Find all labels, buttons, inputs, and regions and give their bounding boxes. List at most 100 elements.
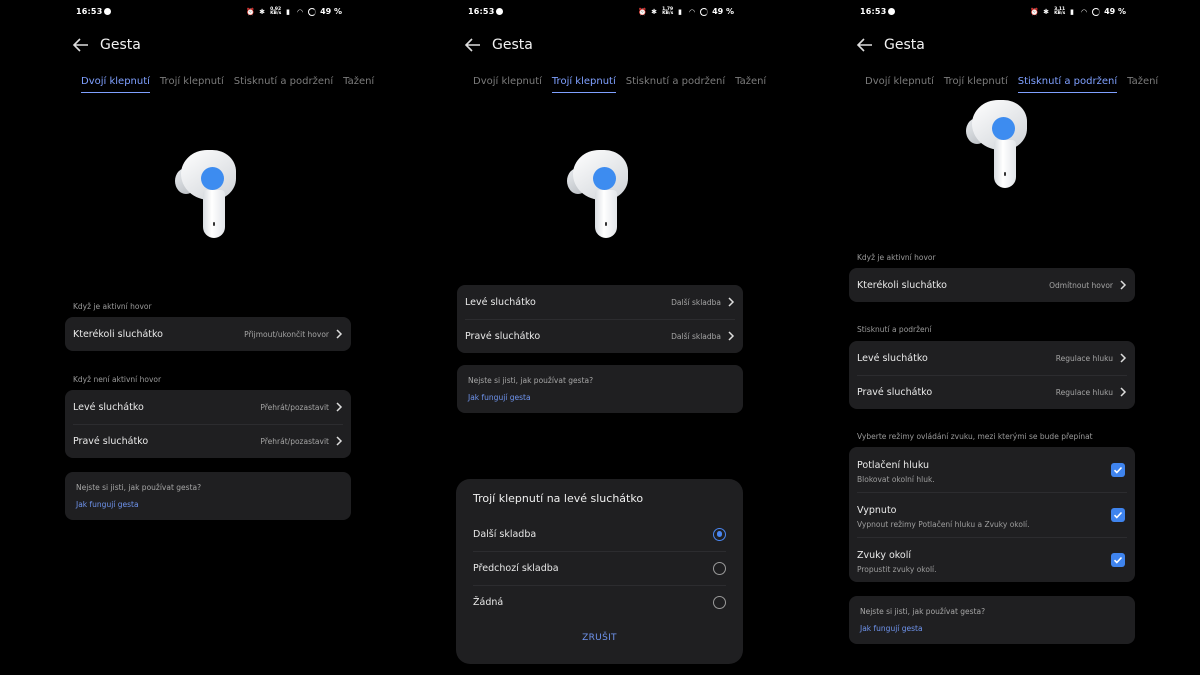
touch-area-indicator: [201, 167, 224, 190]
tab-swipe[interactable]: Tažení: [1127, 76, 1158, 92]
tab-swipe[interactable]: Tažení: [343, 76, 374, 92]
page-title: Gesta: [492, 37, 533, 53]
option-label: Další skladba: [473, 528, 537, 540]
back-arrow-icon[interactable]: [856, 36, 874, 54]
row-right-earbud[interactable]: Pravé sluchátko Regulace hluku: [849, 375, 1135, 409]
status-time: 16:53: [468, 7, 495, 16]
chevron-right-icon: [336, 402, 343, 412]
radio-icon[interactable]: [713, 561, 726, 575]
mode-off[interactable]: Vypnuto Vypnout režimy Potlačení hluku a…: [849, 492, 1135, 537]
row-value: Přehrát/pozastavit: [260, 402, 329, 412]
tab-press-hold[interactable]: Stisknutí a podržení: [234, 76, 333, 92]
app-bar: Gesta: [464, 34, 533, 56]
option-previous-track[interactable]: Předchozí skladba: [473, 551, 726, 585]
cancel-button[interactable]: ZRUŠIT: [456, 633, 743, 643]
row-value: Další skladba: [671, 297, 721, 307]
checkbox-checked-icon[interactable]: [1111, 508, 1125, 522]
help-card: Nejste si jisti, jak používat gesta? Jak…: [457, 365, 743, 413]
radio-icon[interactable]: [713, 595, 726, 609]
gesture-tabs: Dvojí klepnutí Trojí klepnutí Stisknutí …: [473, 76, 766, 93]
row-value: Další skladba: [671, 331, 721, 341]
signal-icon: ▮: [286, 7, 290, 16]
alarm-icon: ⏰: [1030, 7, 1039, 16]
bluetooth-icon: ✱: [259, 7, 265, 16]
tab-triple-tap[interactable]: Trojí klepnutí: [160, 76, 224, 92]
tab-triple-tap[interactable]: Trojí klepnutí: [551, 76, 616, 93]
tab-press-hold[interactable]: Stisknutí a podržení: [1017, 76, 1118, 93]
row-left-earbud[interactable]: Levé sluchátko Přehrát/pozastavit: [65, 390, 351, 424]
alarm-icon: ⏰: [638, 7, 647, 16]
help-question: Nejste si jisti, jak používat gesta?: [860, 607, 986, 616]
option-label: Předchozí skladba: [473, 562, 559, 574]
signal-icon: ▮: [678, 7, 682, 16]
chevron-right-icon: [1120, 353, 1127, 363]
row-value: Regulace hluku: [1055, 387, 1113, 397]
mode-noise-cancel[interactable]: Potlačení hluku Blokovat okolní hluk.: [849, 447, 1135, 492]
network-speed: 3,11 KB/s: [1054, 6, 1066, 16]
signal-icon: ▮: [1070, 7, 1074, 16]
back-arrow-icon[interactable]: [464, 36, 482, 54]
row-left-earbud[interactable]: Levé sluchátko Regulace hluku: [849, 341, 1135, 375]
help-link[interactable]: Jak fungují gesta: [76, 500, 139, 509]
battery-percent: 49 %: [712, 7, 734, 16]
status-time: 16:53: [860, 7, 887, 16]
tab-triple-tap[interactable]: Trojí klepnutí: [944, 76, 1008, 92]
row-any-earbud[interactable]: Kterékoli sluchátko Odmítnout hovor: [849, 268, 1135, 302]
settings-card: Levé sluchátko Přehrát/pozastavit Pravé …: [65, 390, 351, 458]
battery-percent: 49 %: [1104, 7, 1126, 16]
page-title: Gesta: [100, 37, 141, 53]
section-label-no-call: Když není aktivní hovor: [73, 375, 162, 384]
network-speed: 1,79 KB/s: [662, 6, 674, 16]
row-label: Pravé sluchátko: [857, 386, 933, 398]
row-label: Levé sluchátko: [465, 296, 536, 308]
notification-icon: [496, 8, 503, 15]
help-question: Nejste si jisti, jak používat gesta?: [76, 483, 202, 492]
help-link[interactable]: Jak fungují gesta: [468, 393, 531, 402]
notification-icon: [104, 8, 111, 15]
mode-title: Zvuky okolí: [857, 550, 912, 561]
row-right-earbud[interactable]: Pravé sluchátko Přehrát/pozastavit: [65, 424, 351, 458]
option-label: Žádná: [473, 596, 504, 608]
mode-subtitle: Blokovat okolní hluk.: [857, 475, 935, 484]
touch-area-indicator: [593, 167, 616, 190]
screen-double-tap: 16:53 ⏰ ✱ 0,92 KB/s ▮ ◠ 49 % Gesta Dvojí…: [0, 0, 392, 675]
tab-double-tap[interactable]: Dvojí klepnutí: [81, 76, 150, 93]
chevron-right-icon: [728, 297, 735, 307]
row-label: Pravé sluchátko: [73, 435, 149, 447]
mode-ambient[interactable]: Zvuky okolí Propustit zvuky okolí.: [849, 537, 1135, 582]
screen-press-hold: 16:53 ⏰ ✱ 3,11 KB/s ▮ ◠ 49 % Gesta Dvojí…: [784, 0, 1176, 675]
wifi-icon: ◠: [297, 7, 304, 16]
battery-icon: [308, 7, 317, 16]
mode-title: Vypnuto: [857, 505, 897, 516]
help-link[interactable]: Jak fungují gesta: [860, 624, 923, 633]
mode-title: Potlačení hluku: [857, 460, 930, 471]
bluetooth-icon: ✱: [1043, 7, 1049, 16]
checkbox-checked-icon[interactable]: [1111, 553, 1125, 567]
checkbox-checked-icon[interactable]: [1111, 463, 1125, 477]
row-any-earbud[interactable]: Kterékoli sluchátko Přijmout/ukončit hov…: [65, 317, 351, 351]
back-arrow-icon[interactable]: [72, 36, 90, 54]
status-time: 16:53: [76, 7, 103, 16]
row-label: Kterékoli sluchátko: [73, 328, 163, 340]
mode-subtitle: Vypnout režimy Potlačení hluku a Zvuky o…: [857, 520, 1030, 529]
row-left-earbud[interactable]: Levé sluchátko Další skladba: [457, 285, 743, 319]
option-next-track[interactable]: Další skladba: [473, 517, 726, 551]
row-right-earbud[interactable]: Pravé sluchátko Další skladba: [457, 319, 743, 353]
radio-selected-icon[interactable]: [713, 527, 726, 541]
network-speed: 0,92 KB/s: [270, 6, 282, 16]
tab-swipe[interactable]: Tažení: [735, 76, 766, 92]
row-value: Odmítnout hovor: [1049, 280, 1113, 290]
row-value: Přehrát/pozastavit: [260, 436, 329, 446]
chevron-right-icon: [336, 329, 343, 339]
battery-percent: 49 %: [320, 7, 342, 16]
help-card: Nejste si jisti, jak používat gesta? Jak…: [65, 472, 351, 520]
tab-double-tap[interactable]: Dvojí klepnutí: [865, 76, 934, 92]
status-bar: 16:53 ⏰ ✱ 3,11 KB/s ▮ ◠ 49 %: [860, 7, 1126, 21]
tab-double-tap[interactable]: Dvojí klepnutí: [473, 76, 542, 92]
settings-card: Levé sluchátko Další skladba Pravé sluch…: [457, 285, 743, 353]
tab-press-hold[interactable]: Stisknutí a podržení: [626, 76, 725, 92]
option-none[interactable]: Žádná: [473, 585, 726, 619]
app-bar: Gesta: [856, 34, 925, 56]
row-value: Regulace hluku: [1055, 353, 1113, 363]
row-value: Přijmout/ukončit hovor: [244, 329, 329, 339]
